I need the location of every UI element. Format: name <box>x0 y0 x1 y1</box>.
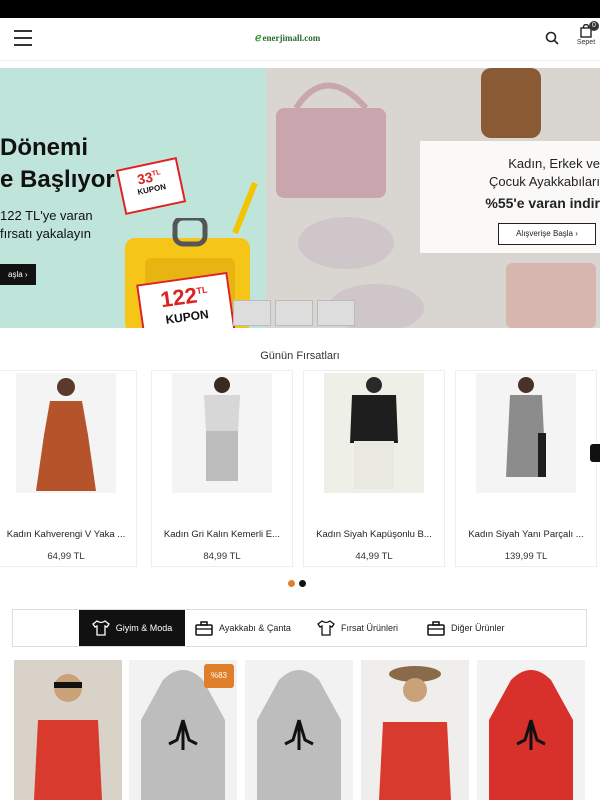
product-price: 44,99 TL <box>355 551 393 562</box>
tshirt-icon <box>91 620 110 636</box>
product-image <box>16 373 116 493</box>
grid-product-card[interactable] <box>477 660 585 800</box>
bag-icon <box>427 621 445 636</box>
product-image <box>476 373 576 493</box>
banner-right-line2: Çocuk Ayakkabıları <box>488 174 600 189</box>
header: ℯenerjimall.com 0 Sepet <box>0 18 600 61</box>
product-image <box>245 660 353 800</box>
banner-title-line1: Dönemi <box>0 134 89 161</box>
product-card[interactable]: Kadın Siyah Yanı Parçalı ... 139,99 TL <box>455 370 597 567</box>
logo-mark-icon: ℯ <box>255 32 262 44</box>
banner-sub-line2: fırsatı yakalayın <box>0 226 92 241</box>
coupon-small-unit: TL <box>151 169 162 178</box>
product-image <box>361 660 469 800</box>
banner-thumb-2[interactable] <box>275 300 313 326</box>
coupon-small: 33TL KUPON <box>115 157 187 215</box>
banner-thumbnails <box>233 300 355 328</box>
banner-slide-coupon[interactable]: 33TL KUPON 122TL KUPON Dönemi e Başlıyor… <box>0 68 266 328</box>
tab-giyim-moda[interactable]: Giyim & Moda <box>79 610 185 646</box>
hero-banner[interactable]: 33TL KUPON 122TL KUPON Dönemi e Başlıyor… <box>0 68 600 328</box>
carousel-dots <box>288 574 310 592</box>
cart-button[interactable]: 0 Sepet <box>575 21 599 60</box>
coupon-big-value: 122 <box>158 282 199 313</box>
product-price: 139,99 TL <box>504 551 548 562</box>
product-price: 84,99 TL <box>203 551 241 562</box>
product-card[interactable]: Kadın Siyah Kapüşonlu B... 44,99 TL <box>303 370 445 567</box>
banner-thumb-3[interactable] <box>317 300 355 326</box>
cart-label: Sepet <box>576 39 596 46</box>
logo[interactable]: ℯenerjimall.com <box>255 31 320 44</box>
grid-product-card[interactable] <box>14 660 122 800</box>
section-title-deals: Günün Fırsatları <box>260 350 340 362</box>
product-image <box>172 373 272 493</box>
product-price: 64,99 TL <box>47 551 85 562</box>
shop-now-label: Alışverişe Başla <box>516 229 573 238</box>
category-tabs: Giyim & Moda Ayakkabı & Çanta Fırsat Ürü… <box>12 609 587 647</box>
tab-firsat-urunleri[interactable]: Fırsat Ürünleri <box>317 610 417 646</box>
cart-count-badge: 0 <box>589 21 599 31</box>
product-image <box>477 660 585 800</box>
logo-text: enerjimall.com <box>262 33 321 43</box>
product-card[interactable]: Kadın Kahverengi V Yaka ... 64,99 TL <box>0 370 137 567</box>
carousel-dot-active[interactable] <box>288 580 295 587</box>
tab-label: Giyim & Moda <box>115 623 173 633</box>
tab-label: Fırsat Ürünleri <box>341 623 399 633</box>
status-bar <box>0 0 600 18</box>
bag-icon <box>195 621 213 636</box>
banner-left-cta-label: aşla <box>8 270 23 279</box>
tab-diger-urunler[interactable]: Diğer Ürünler <box>427 610 527 646</box>
banner-thumb-1[interactable] <box>233 300 271 326</box>
product-image <box>324 373 424 493</box>
grid-product-card[interactable] <box>361 660 469 800</box>
chevron-right-icon: › <box>24 270 28 279</box>
product-image <box>14 660 122 800</box>
hamburger-menu-icon[interactable] <box>14 30 32 46</box>
product-card[interactable]: Kadın Gri Kalın Kemerli E... 84,99 TL <box>151 370 293 567</box>
carousel-dot[interactable] <box>299 580 306 587</box>
product-name: Kadın Siyah Kapüşonlu B... <box>316 529 432 540</box>
grid-product-card[interactable] <box>245 660 353 800</box>
product-name: Kadın Kahverengi V Yaka ... <box>6 529 126 540</box>
search-icon[interactable] <box>545 31 559 45</box>
banner-sub-line1: 122 TL'ye varan <box>0 208 93 223</box>
banner-right-line3: %55'e varan indir <box>485 195 600 211</box>
banner-title-line2: e Başlıyor <box>0 166 115 193</box>
tab-label: Ayakkabı & Çanta <box>219 623 291 633</box>
discount-badge: %83 <box>204 664 234 688</box>
shop-now-button[interactable]: Alışverişe Başla › <box>498 223 596 245</box>
pencil-illustration <box>232 181 258 235</box>
banner-right-line1: Kadın, Erkek ve <box>508 156 600 171</box>
carousel-next-handle[interactable] <box>590 444 600 462</box>
chevron-right-icon: › <box>575 229 578 238</box>
tab-label: Diğer Ürünler <box>451 623 505 633</box>
tab-ayakkabi-canta[interactable]: Ayakkabı & Çanta <box>195 610 305 646</box>
coupon-big-unit: TL <box>195 284 209 296</box>
product-name: Kadın Siyah Yanı Parçalı ... <box>468 529 584 540</box>
product-name: Kadın Gri Kalın Kemerli E... <box>163 529 281 540</box>
deals-carousel[interactable]: Kadın Kahverengi V Yaka ... 64,99 TL Kad… <box>0 370 600 570</box>
tshirt-icon <box>317 620 335 636</box>
banner-left-cta-button[interactable]: aşla › <box>0 264 36 285</box>
